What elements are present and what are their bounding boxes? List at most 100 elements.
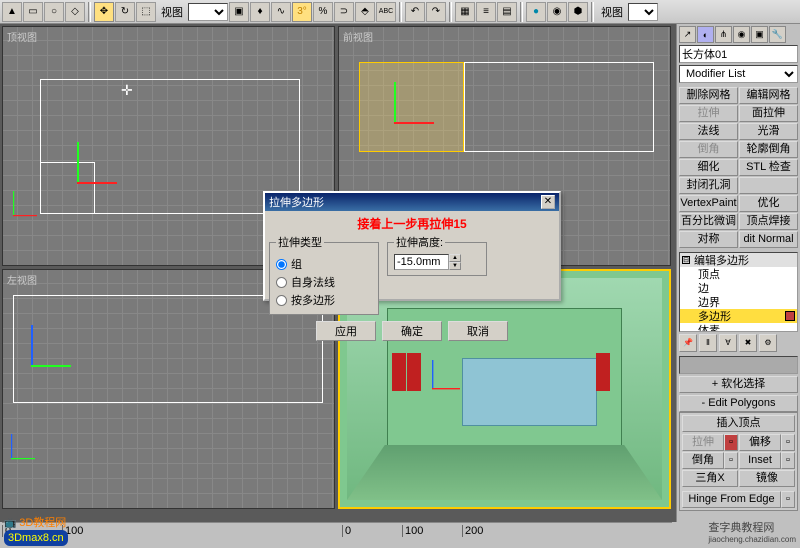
chamfer-button[interactable]: 轮廓倒角 [739,141,798,158]
view-label: 视图 [157,4,187,20]
normal-button[interactable]: 法线 [679,123,738,140]
pin-stack-icon[interactable]: 📌 [679,334,697,352]
dit-normal-button[interactable]: dit Normal [739,231,798,248]
bevel-settings-icon[interactable]: ▫ [724,452,738,469]
layers2-icon[interactable]: ▤ [497,2,517,22]
undo-icon[interactable]: ↶ [405,2,425,22]
view-combo[interactable] [188,3,228,21]
spin-up-icon[interactable]: ▲ [449,254,461,262]
triangulate-button[interactable]: 三角X [682,470,738,487]
view-label-2: 视图 [597,4,627,20]
layers-icon[interactable]: ≡ [476,2,496,22]
refine-button[interactable]: 细化 [679,159,738,176]
move-icon[interactable]: ✥ [94,2,114,22]
modify-tab-icon[interactable]: ◐ [697,26,714,43]
logo-top: 📺 3D教程网 [4,514,66,530]
extrude-type-group: 拉伸类型 组 自身法线 按多边形 [269,234,379,315]
stl-check-button[interactable]: STL 检查 [739,159,798,176]
time-ruler[interactable]: 0 100 0 100 200 [2,522,672,538]
object-name-input[interactable] [679,45,798,63]
redo-icon[interactable]: ↷ [426,2,446,22]
snap-icon[interactable]: ▣ [229,2,249,22]
create-tab-icon[interactable]: ↗ [679,26,696,43]
height-spinner[interactable]: ▲▼ [394,254,480,270]
radio-local-normal[interactable]: 自身法线 [276,274,372,290]
vertexpaint-button[interactable]: VertexPaint [679,195,738,212]
edit-mesh-button[interactable]: 编辑网格 [739,87,798,104]
weld-vertex-button[interactable]: 顶点焊接 [739,213,798,230]
percent-button[interactable]: 百分比微调 [679,213,738,230]
radio-group[interactable]: 组 [276,256,372,272]
radio-by-polygon[interactable]: 按多边形 [276,292,372,308]
material-icon[interactable]: ◉ [547,2,567,22]
dialog-instruction: 接着上一步再拉伸15 [269,215,555,232]
rect-select-icon[interactable]: ▭ [23,2,43,22]
unique-icon[interactable]: ∀ [719,334,737,352]
show-result-icon[interactable]: Ⅱ [699,334,717,352]
blank-button [739,177,798,194]
scale-icon[interactable]: ⬚ [136,2,156,22]
apply-button[interactable]: 应用 [316,321,376,341]
abc-icon[interactable]: ABC [376,2,396,22]
extrude-settings-icon[interactable]: ▫ [724,434,738,451]
close-icon[interactable]: ✕ [541,195,555,209]
viewport-container: 顶视图 ✛ 前视图 左视图 [0,24,676,522]
ellipse-select-icon[interactable]: ○ [44,2,64,22]
remove-mod-icon[interactable]: ✖ [739,334,757,352]
utility-tab-icon[interactable]: 🔧 [769,26,786,43]
tool-icon-3[interactable]: ⬘ [355,2,375,22]
collapse-icon[interactable]: ⊟ [682,256,690,264]
extrude-button[interactable]: 拉伸 [679,105,738,122]
hinge-settings-icon[interactable]: ▫ [781,491,795,508]
schematic-icon[interactable]: ▦ [455,2,475,22]
tool-icon-2[interactable]: ∿ [271,2,291,22]
offset-button[interactable]: 偏移 [739,434,781,451]
modifier-list-select[interactable]: Modifier List [679,65,798,83]
hinge-button[interactable]: Hinge From Edge [682,491,781,508]
optimize-button[interactable]: 优化 [739,195,798,212]
motion-tab-icon[interactable]: ◉ [733,26,750,43]
rotate-icon[interactable]: ↻ [115,2,135,22]
poly-swatch-icon [785,311,795,321]
tool-icon-1[interactable]: ♦ [250,2,270,22]
angle-snap-icon[interactable]: 3° [292,2,312,22]
modifier-buttons: 删除网格 编辑网格 拉伸 面拉伸 法线 光滑 倒角 轮廓倒角 细化 STL 检查… [679,87,798,248]
percent-snap-icon[interactable]: % [313,2,333,22]
cancel-button[interactable]: 取消 [448,321,508,341]
face-extrude-button[interactable]: 面拉伸 [739,105,798,122]
fillet-button[interactable]: 倒角 [679,141,738,158]
hierarchy-tab-icon[interactable]: ⋔ [715,26,732,43]
spin-down-icon[interactable]: ▼ [449,262,461,270]
config-icon[interactable]: ⚙ [759,334,777,352]
smooth-button[interactable]: 光滑 [739,123,798,140]
lasso-select-icon[interactable]: ◇ [65,2,85,22]
offset-settings-icon[interactable]: ▫ [781,434,795,451]
main-toolbar: ▲ ▭ ○ ◇ ✥ ↻ ⬚ 视图 ▣ ♦ ∿ 3° % ⊃ ⬘ ABC ↶ ↷ … [0,0,800,24]
select-icon[interactable]: ▲ [2,2,22,22]
display-tab-icon[interactable]: ▣ [751,26,768,43]
height-input[interactable] [394,254,449,270]
inset-settings-icon[interactable]: ▫ [781,452,795,469]
mirror-button[interactable]: 镜像 [739,470,795,487]
bevel-button[interactable]: 倒角 [682,452,724,469]
view-combo-2[interactable] [628,3,658,21]
dialog-titlebar[interactable]: 拉伸多边形 ✕ [265,193,559,211]
magnet-icon[interactable]: ⊃ [334,2,354,22]
ok-button[interactable]: 确定 [382,321,442,341]
extrude-height-group: 拉伸高度: ▲▼ [387,234,487,276]
symmetry-button[interactable]: 对称 [679,231,738,248]
extrude2-button[interactable]: 拉伸 [682,434,724,451]
tool-icon-4[interactable]: ⬢ [568,2,588,22]
cap-holes-button[interactable]: 封闭孔洞 [679,177,738,194]
edit-polygons-rollout[interactable]: - Edit Polygons [679,395,798,412]
inset-button[interactable]: Inset [739,452,781,469]
site-watermark: 查字典教程网 jiaocheng.chazidian.com [708,519,796,544]
render-icon[interactable]: ● [526,2,546,22]
command-panel: ↗ ◐ ⋔ ◉ ▣ 🔧 Modifier List 删除网格 编辑网格 拉伸 面… [676,24,800,522]
delete-mesh-button[interactable]: 删除网格 [679,87,738,104]
cursor-icon: ✛ [121,82,133,99]
modifier-stack[interactable]: ⊟编辑多边形 顶点 边 边界 多边形 体素 [679,252,798,332]
soft-selection-rollout[interactable]: + 软化选择 [679,376,798,393]
insert-vertex-button[interactable]: 插入顶点 [682,415,795,432]
logo-bottom: 3Dmax8.cn [4,530,68,546]
